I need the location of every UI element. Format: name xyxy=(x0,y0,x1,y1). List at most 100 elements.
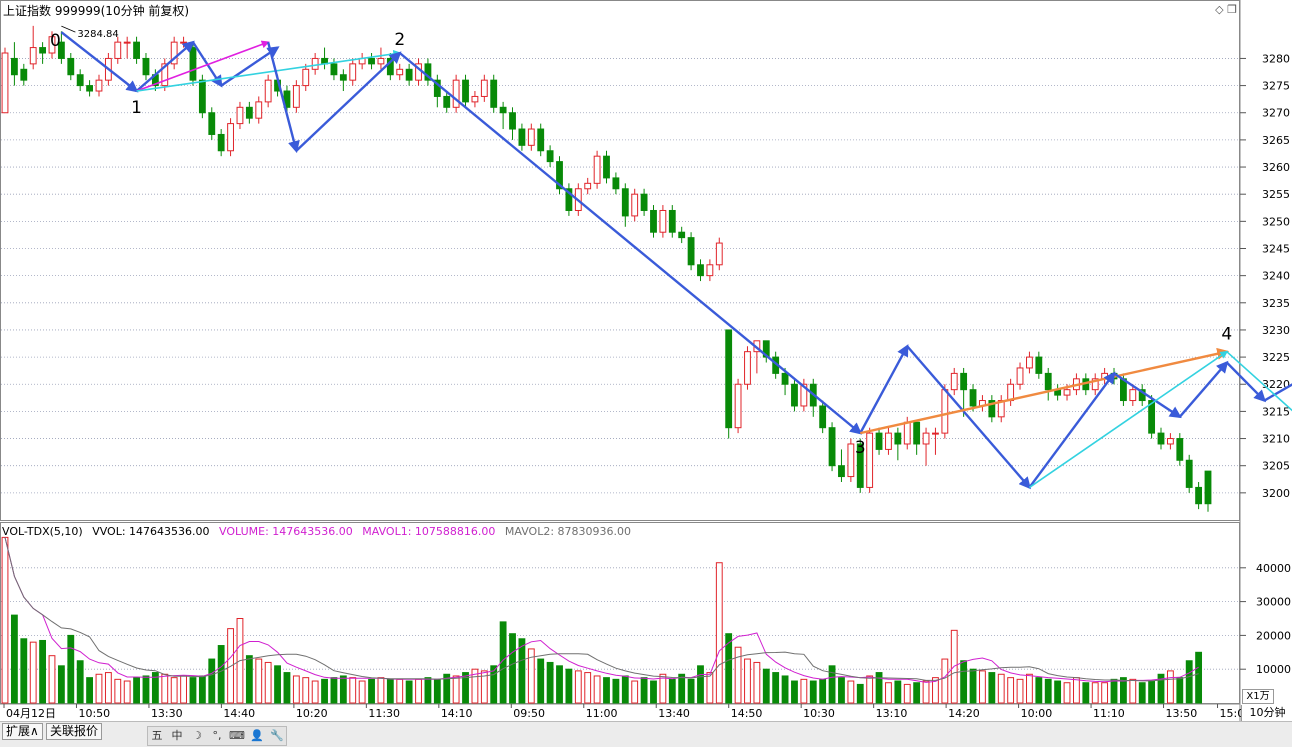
x-tick-label: 10:00 xyxy=(1021,707,1053,720)
candle-body xyxy=(236,106,244,125)
candle xyxy=(86,80,93,97)
candle-body xyxy=(29,47,37,65)
volume-bar xyxy=(640,677,648,704)
candle xyxy=(1195,481,1203,510)
candle xyxy=(631,188,639,222)
price-tick-label: 3260 xyxy=(1262,161,1290,174)
candle xyxy=(39,42,47,64)
candle-body xyxy=(1129,389,1137,402)
candle xyxy=(885,427,892,455)
candle xyxy=(593,150,601,189)
candle-body xyxy=(847,443,855,478)
wave-segment-cyan xyxy=(1226,351,1292,412)
volume-bar xyxy=(509,633,516,704)
candle-body xyxy=(913,421,921,445)
punctuation-icon[interactable]: °, xyxy=(208,727,226,745)
volume-bar xyxy=(697,665,704,704)
candle xyxy=(358,53,366,70)
volume-bar xyxy=(161,673,169,704)
candle-body xyxy=(903,421,911,445)
candle xyxy=(1185,454,1193,493)
volume-bar xyxy=(1148,680,1156,704)
candle xyxy=(819,400,827,434)
volume-bar xyxy=(838,677,845,704)
user-icon[interactable]: 👤 xyxy=(248,727,266,745)
candle-body xyxy=(950,372,958,391)
x-tick-label: 11:00 xyxy=(586,707,618,720)
volume-bar xyxy=(405,680,413,704)
price-grid: 3200320532103215322032253230323532403245… xyxy=(1,52,1290,500)
keyboard-icon[interactable]: ⌨ xyxy=(228,727,246,745)
candle xyxy=(1138,384,1146,406)
volume-bar xyxy=(762,668,770,704)
candle xyxy=(10,42,18,86)
candle xyxy=(1044,367,1052,401)
candle-body xyxy=(932,432,939,435)
candle xyxy=(452,74,460,113)
volume-bar xyxy=(969,668,977,704)
candle xyxy=(762,340,770,363)
tab-expand[interactable]: 扩展∧ xyxy=(2,723,43,740)
wrench-icon[interactable]: 🔧 xyxy=(268,727,286,745)
candle xyxy=(659,205,667,238)
candle xyxy=(697,259,704,282)
candle xyxy=(922,427,930,466)
x-tick-label: 13:30 xyxy=(151,707,183,720)
candle xyxy=(499,101,507,130)
candle xyxy=(424,58,432,86)
volume-bar xyxy=(283,672,291,704)
tab-related-quotes[interactable]: 关联报价 xyxy=(46,723,103,740)
volume-bar xyxy=(556,665,563,704)
volume-bar xyxy=(255,658,263,704)
volume-bar xyxy=(433,678,441,704)
candle xyxy=(396,63,404,81)
candle-body xyxy=(86,85,93,92)
x-tick-label: 10:20 xyxy=(296,707,328,720)
volume-bar xyxy=(753,661,761,704)
period-label[interactable]: 10分钟 xyxy=(1241,705,1292,721)
candle xyxy=(979,395,986,412)
volume-bar xyxy=(452,675,460,704)
moon-icon[interactable]: ☽ xyxy=(188,727,206,745)
candle xyxy=(433,74,441,108)
volume-bar xyxy=(321,678,328,704)
candle xyxy=(997,395,1005,423)
window-controls[interactable]: ◇ ❐ xyxy=(1215,3,1237,16)
candle-body xyxy=(593,155,601,184)
volume-bar xyxy=(668,678,676,704)
wave-label-1: 1 xyxy=(131,98,142,118)
candle xyxy=(217,129,225,157)
diamond-icon[interactable]: ◇ xyxy=(1215,3,1223,16)
candle xyxy=(1054,384,1062,401)
volume-bar xyxy=(368,678,375,704)
candle-body xyxy=(1157,432,1165,445)
candle-body xyxy=(462,79,469,103)
candle xyxy=(866,427,874,493)
candle-body xyxy=(885,432,892,450)
volume-bar xyxy=(1073,677,1080,704)
restore-window-icon[interactable]: ❐ xyxy=(1227,3,1237,16)
candle-body xyxy=(687,237,695,266)
candle xyxy=(950,367,958,396)
five-icon[interactable]: 五 xyxy=(148,727,166,745)
volume-bar xyxy=(189,677,197,704)
volume-bar xyxy=(29,641,37,704)
candle-body xyxy=(95,79,103,92)
toolbar: 五 中 ☽ °, ⌨ 👤 🔧 xyxy=(147,726,287,746)
volume-bar xyxy=(133,677,140,704)
x-tick-label: 14:20 xyxy=(948,707,980,720)
volume-bar xyxy=(104,672,112,704)
candle-body xyxy=(969,389,977,407)
price-tick-label: 3215 xyxy=(1262,405,1290,418)
volume-bar xyxy=(715,562,723,704)
x-tick-label: 11:30 xyxy=(368,707,400,720)
wave-label-2: 2 xyxy=(394,30,405,50)
volume-tick-label: 40000 xyxy=(1256,562,1291,575)
candle-body xyxy=(396,68,404,76)
wave-segment-cyan xyxy=(1028,350,1229,489)
candle-body xyxy=(1185,459,1193,488)
candle-body xyxy=(960,372,968,391)
volume-bar xyxy=(1110,678,1118,704)
chinese-input-icon[interactable]: 中 xyxy=(168,727,186,745)
x-tick-label: 14:10 xyxy=(441,707,473,720)
